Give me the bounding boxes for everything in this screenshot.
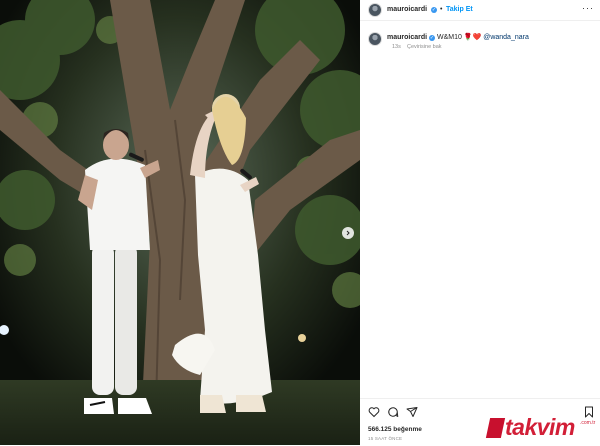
heart-icon[interactable]: [368, 406, 380, 418]
watermark-logo-box: [485, 418, 506, 438]
post-timestamp: 15 SAAT ÖNCE: [368, 436, 403, 441]
caption-line: mauroicardi ✓ W&M10 🌹❤️ @wanda_nara: [387, 33, 529, 41]
verified-icon: ✓: [431, 6, 437, 13]
caption-avatar[interactable]: [368, 32, 382, 46]
watermark-brand: takvim: [505, 414, 575, 440]
header-username[interactable]: mauroicardi: [387, 6, 427, 13]
chevron-right-icon: [346, 230, 350, 236]
next-photo-button[interactable]: [342, 227, 354, 239]
caption-mention[interactable]: @wanda_nara: [483, 34, 529, 41]
caption-text: W&M10 🌹❤️: [436, 34, 482, 41]
translate-link[interactable]: Çevirisine bak: [407, 44, 442, 50]
caption-verified-icon: ✓: [429, 35, 436, 41]
share-icon[interactable]: [406, 406, 418, 418]
likes-count[interactable]: 566.125 beğenme: [368, 426, 422, 433]
caption-username[interactable]: mauroicardi: [387, 34, 427, 41]
post-photo[interactable]: [0, 0, 360, 445]
post-header: mauroicardi ✓ • Takip Et ···: [360, 0, 600, 21]
follow-button[interactable]: Takip Et: [446, 6, 473, 13]
comment-icon[interactable]: [387, 406, 399, 418]
avatar[interactable]: [368, 3, 382, 17]
caption-age: 13s: [392, 44, 401, 50]
more-icon[interactable]: ···: [582, 3, 594, 13]
separator-dot: •: [440, 6, 443, 13]
post-side-panel: mauroicardi ✓ • Takip Et ··· mauroicardi…: [360, 0, 600, 445]
concert-photo-image: [0, 0, 360, 445]
takvim-watermark: takvim .com.tr: [485, 414, 596, 442]
watermark-domain: .com.tr: [580, 420, 596, 426]
